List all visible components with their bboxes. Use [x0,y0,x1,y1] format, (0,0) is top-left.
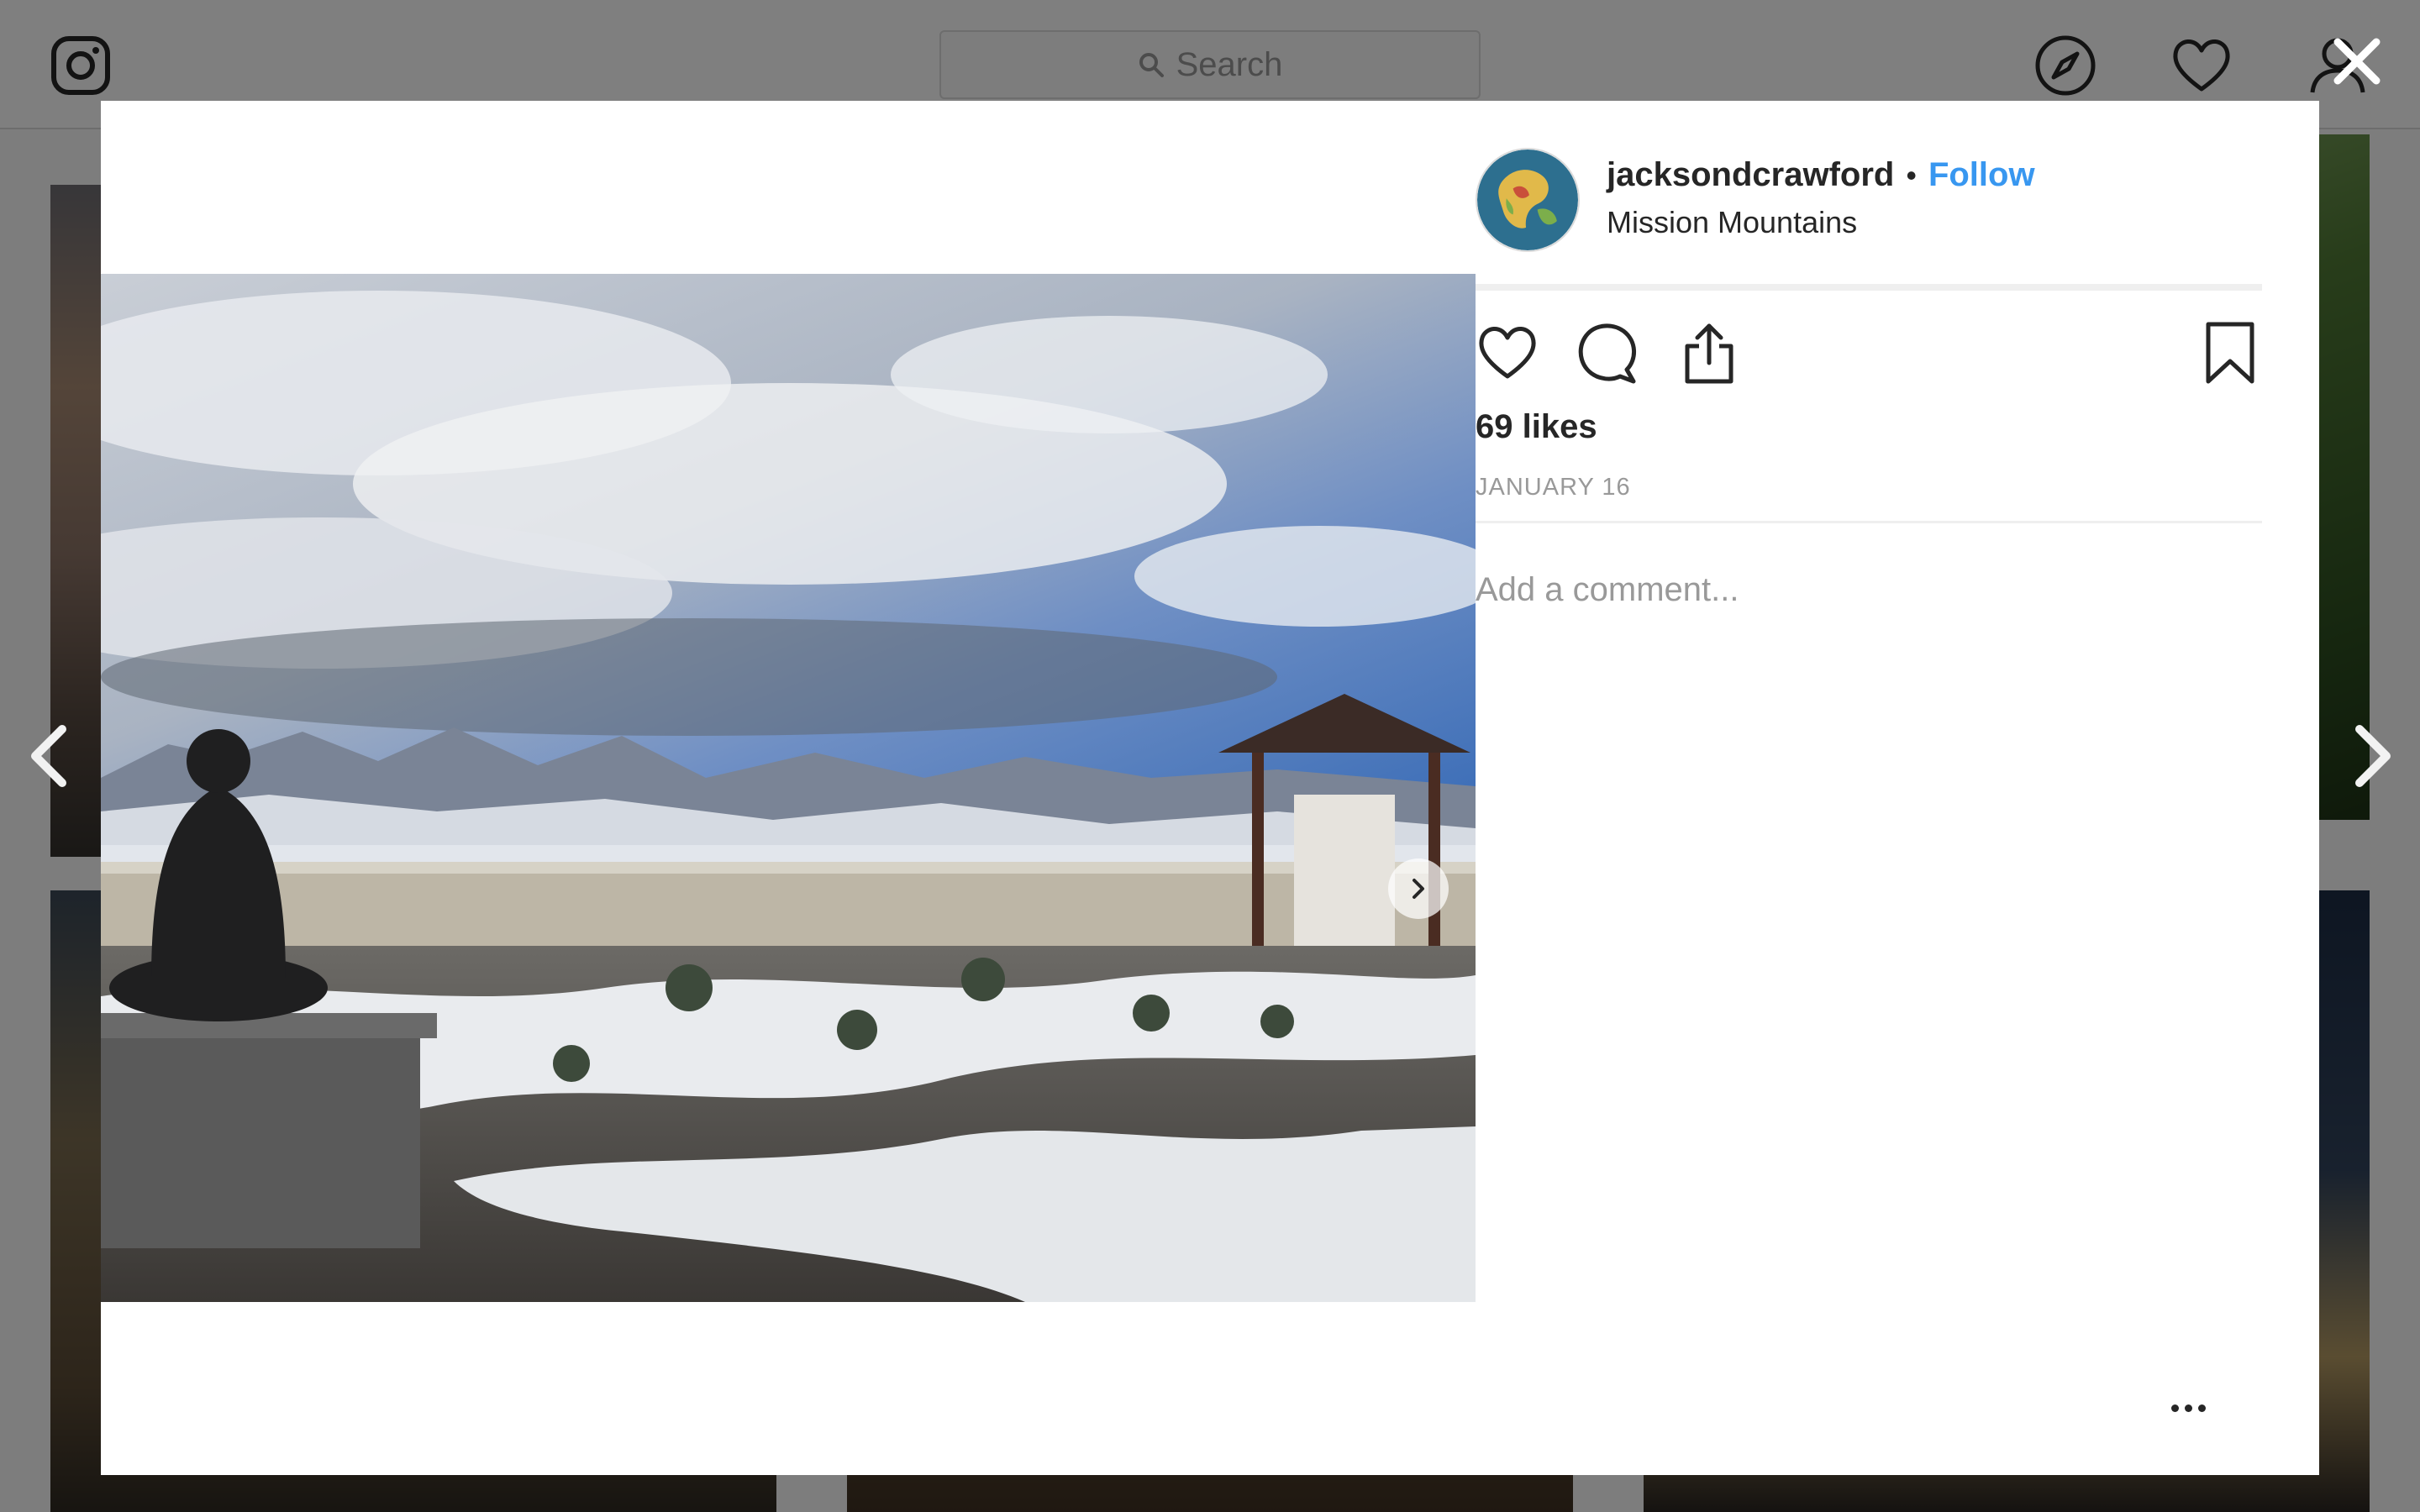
follow-button[interactable]: Follow [1928,156,2035,194]
chevron-left-icon[interactable] [22,722,81,790]
close-icon[interactable] [2328,32,2386,91]
chevron-right-icon[interactable] [2341,722,2400,790]
likes-count[interactable]: 69 likes [1476,408,1597,446]
post-sidebar: jacksondcrawford • Follow Mission Mounta… [1476,101,2319,1475]
avatar[interactable] [1476,148,1580,252]
bookmark-icon[interactable] [2198,321,2262,385]
post-date: JANUARY 16 [1476,474,1631,501]
post-photo[interactable] [101,274,1476,1302]
username-link[interactable]: jacksondcrawford [1607,156,1894,194]
photo-next-button[interactable] [1388,858,1449,919]
divider [1476,521,2262,523]
share-icon[interactable] [1677,321,1741,385]
post-modal: jacksondcrawford • Follow Mission Mounta… [101,101,2319,1475]
more-dot [2184,1404,2192,1412]
post-media [101,101,1476,1475]
post-header: jacksondcrawford • Follow Mission Mounta… [1476,148,2262,291]
chevron-right-icon [1413,879,1424,899]
post-actions [1476,321,2262,388]
separator-dot: • [1906,157,1917,192]
comment-input[interactable]: Add a comment... [1476,571,1739,609]
more-dot [2170,1404,2179,1412]
heart-icon[interactable] [1476,321,1539,385]
more-dot [2197,1404,2206,1412]
user-line: jacksondcrawford • Follow [1607,156,2035,194]
location-link[interactable]: Mission Mountains [1607,205,1857,240]
comment-icon[interactable] [1576,321,1640,385]
more-options-icon[interactable] [2156,1391,2220,1425]
post-photo-image [101,274,1476,1302]
